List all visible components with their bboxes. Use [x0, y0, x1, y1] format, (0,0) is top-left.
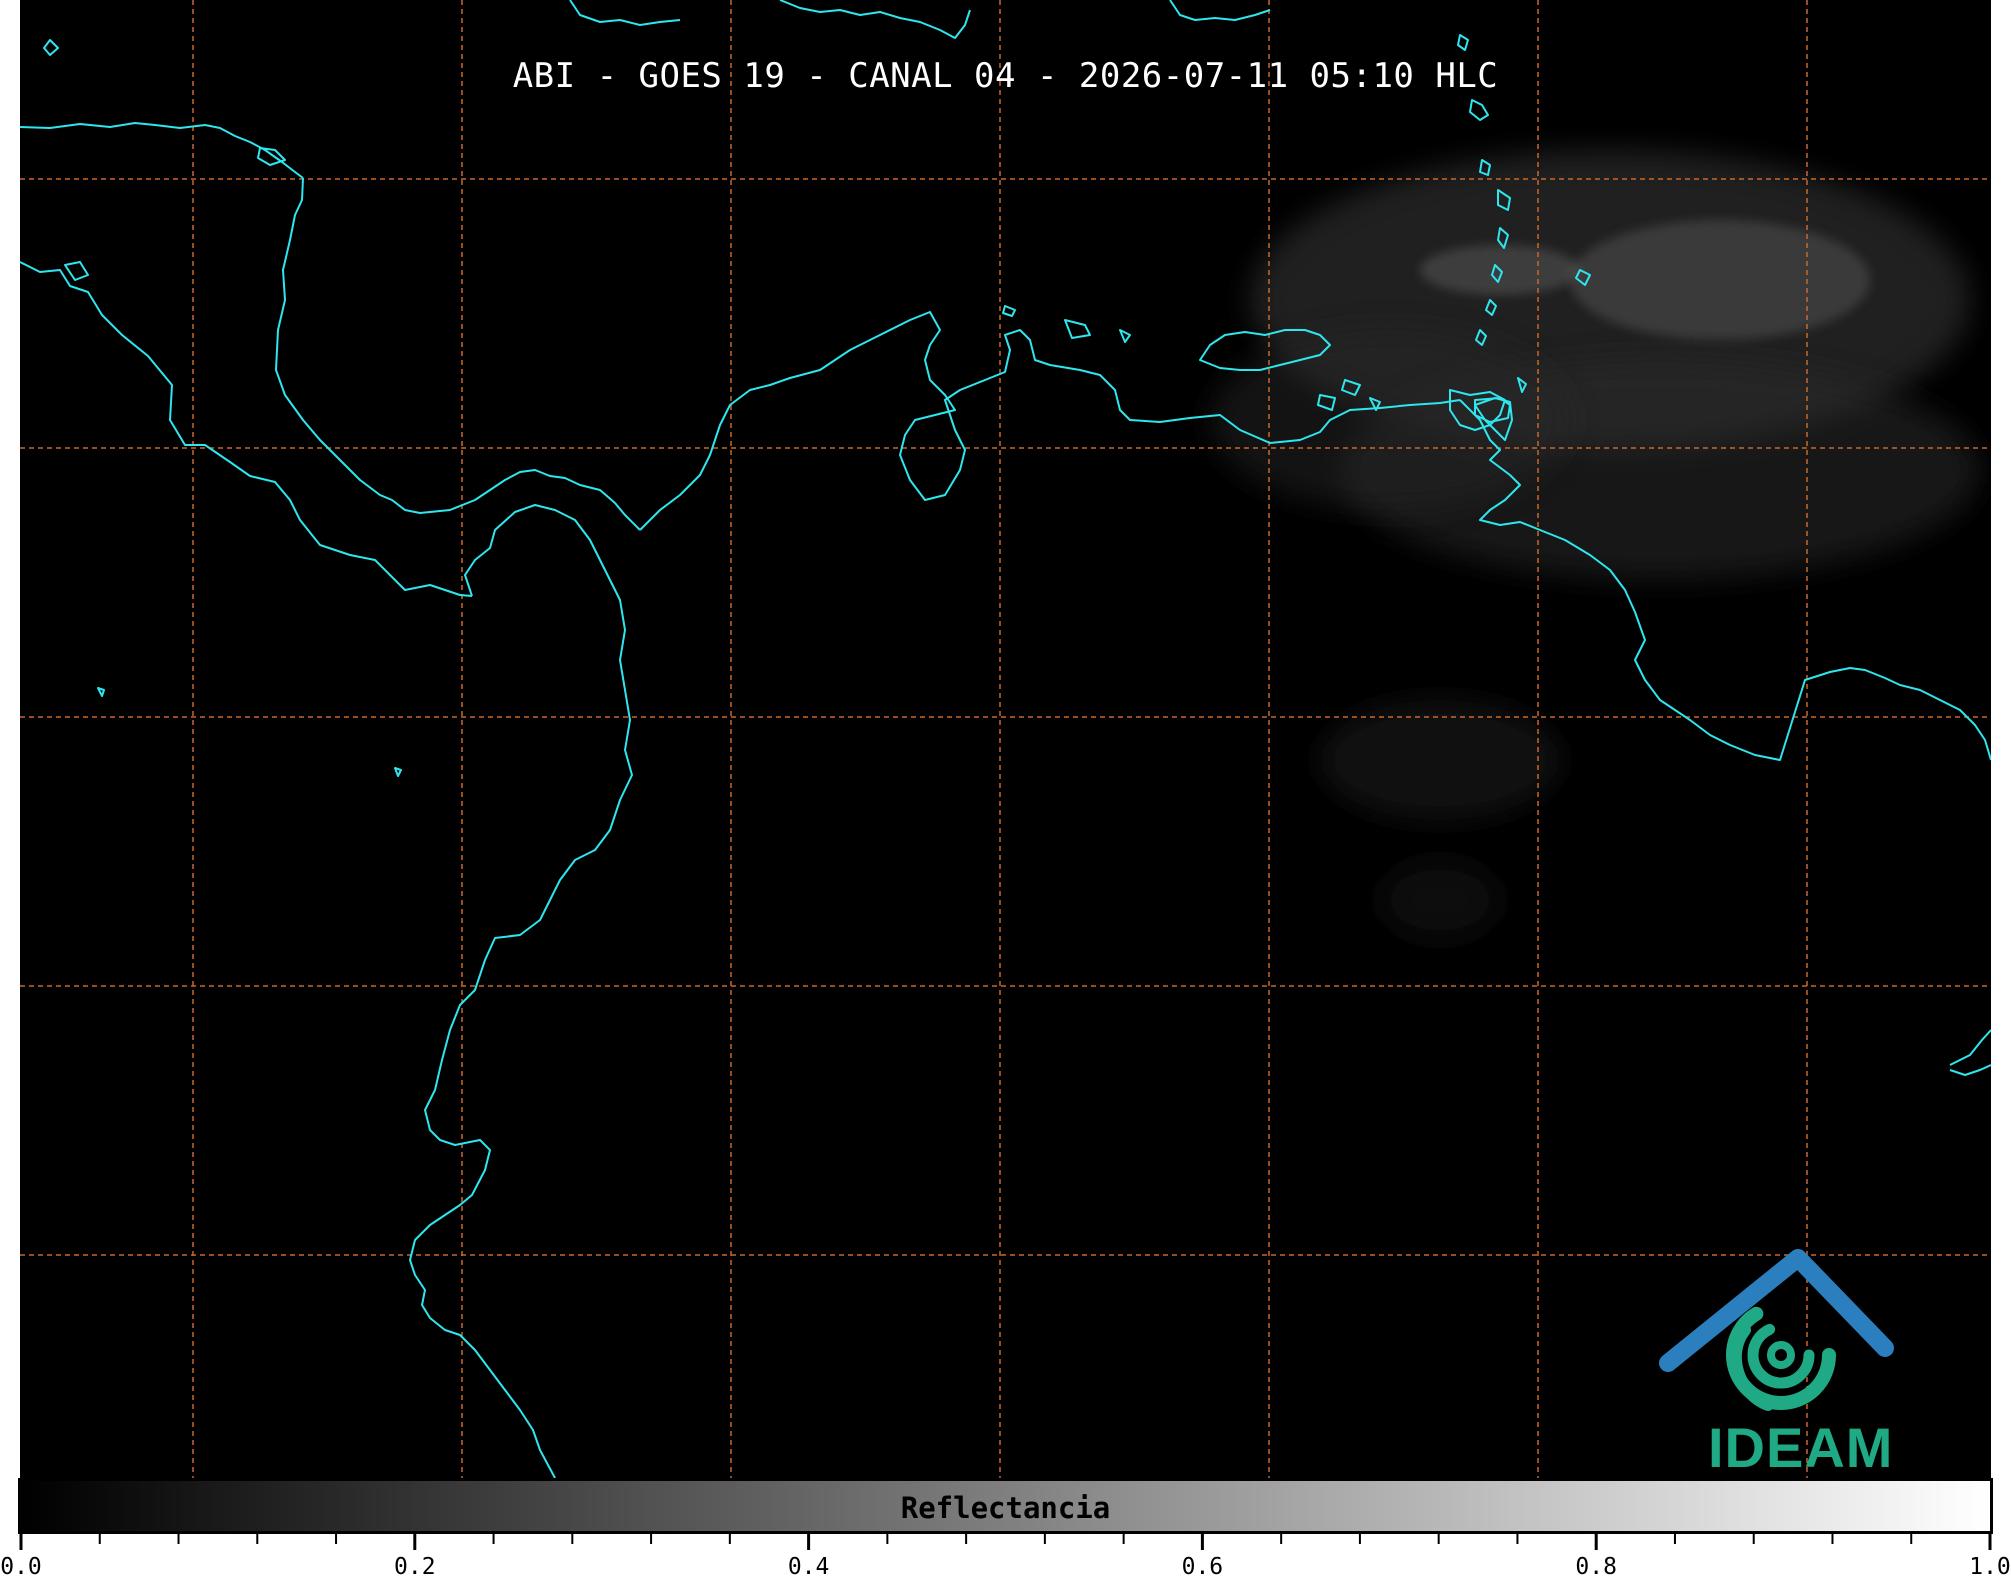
satellite-map: ABI - GOES 19 - CANAL 04 - 2026-07-11 05… [20, 0, 1991, 1478]
ideam-logo [1659, 1249, 1894, 1411]
colorbar-label: Reflectancia [900, 1491, 1111, 1525]
tick-label: 1.0 [1969, 1554, 2011, 1580]
map-title: ABI - GOES 19 - CANAL 04 - 2026-07-11 05… [512, 56, 1499, 96]
logo-wordmark: IDEAM [1708, 1416, 1894, 1478]
logo-swirl-icon [1726, 1300, 1836, 1411]
map-canvas [20, 0, 1991, 1478]
tick-label: 0.6 [1181, 1554, 1224, 1580]
cloud-cover [1210, 150, 1980, 940]
tick-label: 0.0 [0, 1554, 42, 1580]
colorbar-ticks [19, 1534, 1992, 1550]
colorbar: Reflectancia [18, 1478, 1993, 1534]
tick-label: 0.8 [1575, 1554, 1617, 1580]
tick-label: 0.4 [787, 1554, 830, 1580]
tick-label: 0.2 [394, 1554, 436, 1580]
